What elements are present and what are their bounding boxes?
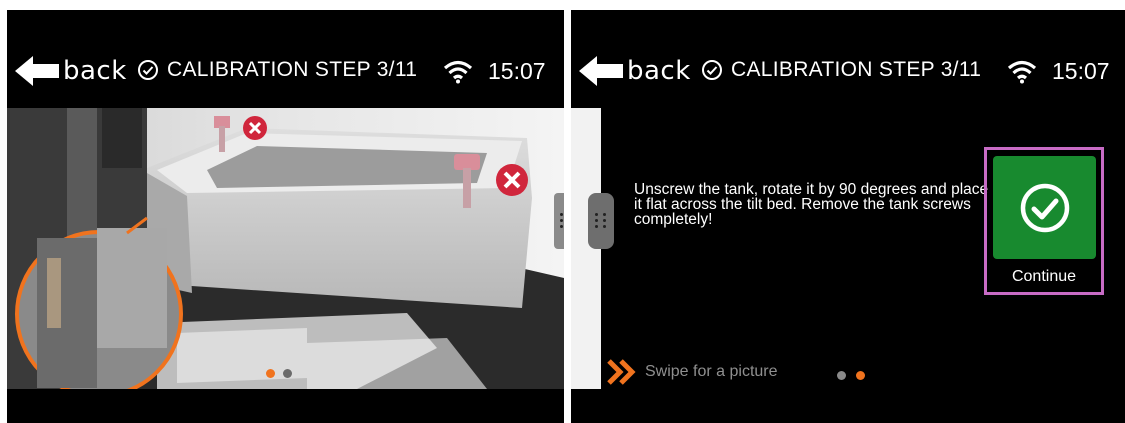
calibration-screen-picture: back CALIBRATION STEP 3/11 15:07 bbox=[7, 10, 564, 423]
remove-x-icon bbox=[496, 164, 528, 196]
continue-button[interactable] bbox=[993, 156, 1096, 259]
calibration-picture bbox=[7, 108, 564, 389]
step-title: CALIBRATION STEP 3/11 bbox=[137, 58, 417, 82]
tank-illustration bbox=[7, 108, 564, 389]
back-button[interactable]: back bbox=[15, 56, 127, 86]
swipe-hint[interactable]: Swipe for a picture bbox=[607, 359, 778, 385]
back-arrow-icon bbox=[15, 56, 59, 86]
check-circle-icon bbox=[138, 60, 158, 80]
check-circle-icon bbox=[702, 60, 722, 80]
wifi-icon bbox=[1008, 60, 1036, 84]
remove-x-icon bbox=[243, 116, 267, 140]
drag-handle-icon[interactable] bbox=[588, 193, 614, 249]
wifi-icon bbox=[444, 60, 472, 84]
instruction-text: Unscrew the tank, rotate it by 90 degree… bbox=[634, 181, 989, 228]
calibration-screen-instructions: back CALIBRATION STEP 3/11 15:07 Unscrew… bbox=[571, 10, 1125, 423]
pager-dot[interactable] bbox=[266, 369, 275, 378]
continue-highlight: Continue bbox=[984, 147, 1104, 295]
back-button[interactable]: back bbox=[579, 56, 691, 86]
pager-dot[interactable] bbox=[283, 369, 292, 378]
step-title: CALIBRATION STEP 3/11 bbox=[701, 58, 981, 82]
check-icon bbox=[1020, 183, 1069, 232]
pager-dot[interactable] bbox=[856, 371, 865, 380]
pager-dots bbox=[837, 371, 865, 380]
swipe-hint-text: Swipe for a picture bbox=[645, 363, 778, 380]
double-chevron-icon bbox=[607, 359, 636, 385]
back-label: back bbox=[63, 56, 127, 86]
clock: 15:07 bbox=[1052, 58, 1110, 84]
step-title-text: CALIBRATION STEP 3/11 bbox=[167, 58, 418, 81]
continue-label[interactable]: Continue bbox=[987, 268, 1101, 286]
back-label: back bbox=[627, 56, 691, 86]
pager-dot[interactable] bbox=[837, 371, 846, 380]
step-title-text: CALIBRATION STEP 3/11 bbox=[731, 58, 982, 81]
clock: 15:07 bbox=[488, 58, 546, 84]
pager-dots bbox=[266, 369, 292, 378]
top-bar: back CALIBRATION STEP 3/11 15:07 bbox=[571, 10, 1125, 108]
drag-handle-icon[interactable] bbox=[554, 193, 564, 249]
back-arrow-icon bbox=[579, 56, 623, 86]
top-bar: back CALIBRATION STEP 3/11 15:07 bbox=[7, 10, 564, 108]
